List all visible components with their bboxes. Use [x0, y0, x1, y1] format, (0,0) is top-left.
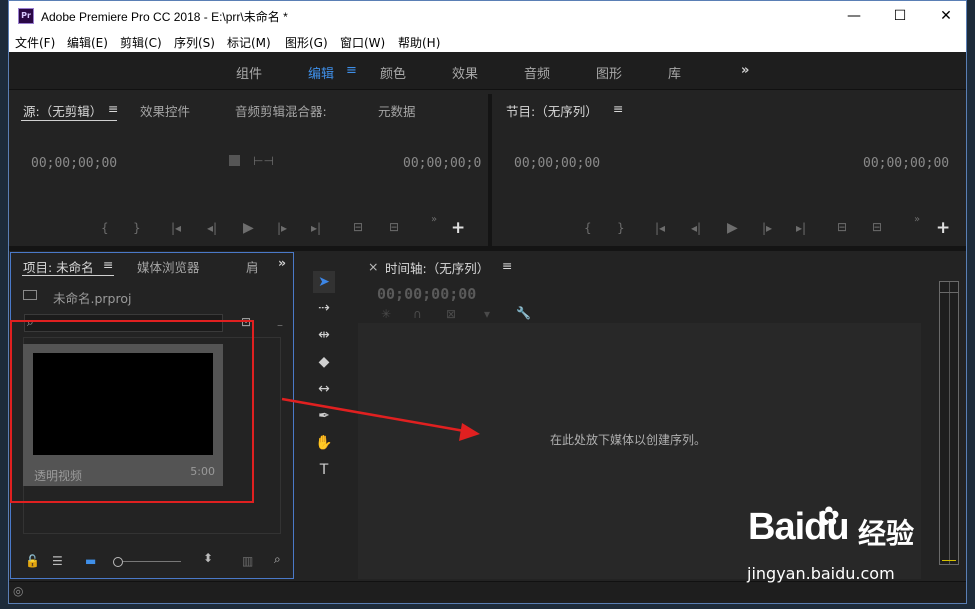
- paw-icon: ✿: [818, 502, 840, 532]
- watermark-url: jingyan.baidu.com: [747, 564, 895, 583]
- watermark-cn: 经验: [858, 517, 915, 550]
